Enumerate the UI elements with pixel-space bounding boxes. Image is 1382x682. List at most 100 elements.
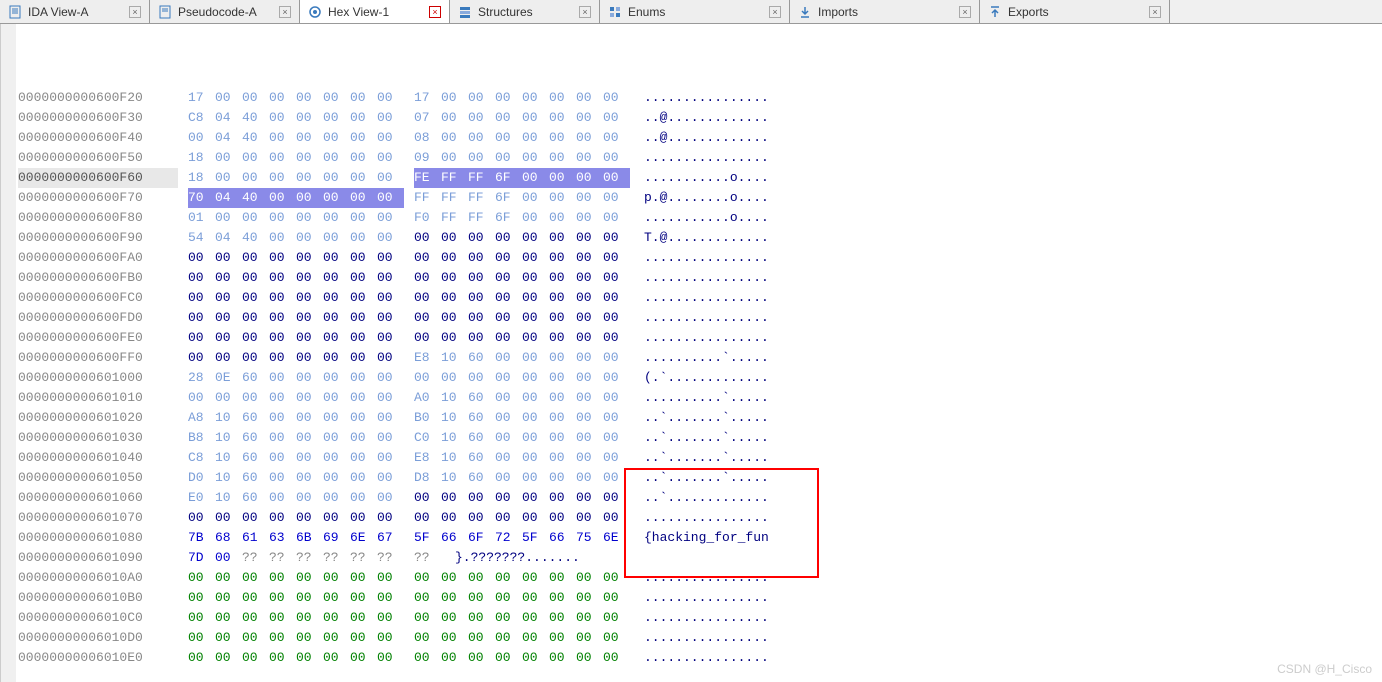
hex-address: 00000000006010E0 (18, 648, 178, 668)
hex-address: 0000000000601030 (18, 428, 178, 448)
scrollbar-left[interactable] (0, 24, 16, 682)
hex-bytes-b: 0700000000000000 (414, 108, 630, 128)
hex-bytes-a: 0100000000000000 (188, 208, 404, 228)
tab-imports[interactable]: Imports × (790, 0, 980, 23)
hex-ascii: ................ (630, 608, 769, 628)
hex-row[interactable]: 00000000006010100000000000000000A0106000… (18, 388, 1380, 408)
close-icon[interactable]: × (959, 6, 971, 18)
hex-bytes-b: 1700000000000000 (414, 88, 630, 108)
close-icon[interactable]: × (769, 6, 781, 18)
hex-row[interactable]: 00000000006010D0000000000000000000000000… (18, 628, 1380, 648)
tab-structures[interactable]: Structures × (450, 0, 600, 23)
hex-bytes-a: 0000000000000000 (188, 568, 404, 588)
hex-row[interactable]: 0000000000600F30C80440000000000007000000… (18, 108, 1380, 128)
enum-icon (608, 5, 622, 19)
hex-ascii: ................ (630, 628, 769, 648)
hex-ascii: {hacking_for_fun (630, 528, 769, 548)
hex-row[interactable]: 0000000000601070000000000000000000000000… (18, 508, 1380, 528)
hex-bytes-b: 0000000000000000 (414, 268, 630, 288)
hex-bytes-a: 7B6861636B696E67 (188, 528, 404, 548)
hex-row[interactable]: 0000000000600FC0000000000000000000000000… (18, 288, 1380, 308)
hex-row[interactable]: 0000000000600FA0000000000000000000000000… (18, 248, 1380, 268)
tab-ida-view[interactable]: IDA View-A × (0, 0, 150, 23)
tab-label: Pseudocode-A (178, 5, 257, 19)
hex-ascii: T.@............. (630, 228, 769, 248)
close-icon[interactable]: × (429, 6, 441, 18)
hex-bytes-b: 0000000000000000 (414, 288, 630, 308)
tab-label: Hex View-1 (328, 5, 389, 19)
hex-address: 0000000000600F40 (18, 128, 178, 148)
hex-row[interactable]: 0000000000600FD0000000000000000000000000… (18, 308, 1380, 328)
hex-row[interactable]: 0000000000600F90540440000000000000000000… (18, 228, 1380, 248)
hex-row[interactable]: 0000000000600FF00000000000000000E8106000… (18, 348, 1380, 368)
hex-bytes-a: 7D00???????????? (188, 548, 404, 568)
hex-ascii: ................ (630, 508, 769, 528)
hex-row[interactable]: 00000000006010A0000000000000000000000000… (18, 568, 1380, 588)
hex-row[interactable]: 0000000000601020A810600000000000B0106000… (18, 408, 1380, 428)
hex-row[interactable]: 00000000006010B0 0000000000000000 00000000… (18, 588, 1380, 608)
hex-address: 00000000006010B0 (18, 588, 178, 608)
hex-row[interactable]: 0000000000600FB0000000000000000000000000… (18, 268, 1380, 288)
hex-ascii: ................ (630, 268, 769, 288)
hex-ascii: ................ (630, 288, 769, 308)
hex-row[interactable]: 0000000000600F50180000000000000009000000… (18, 148, 1380, 168)
hex-bytes-a: 0000000000000000 (188, 588, 404, 608)
hex-address: 00000000006010D0 (18, 628, 178, 648)
hex-row[interactable]: 00000000006010807B6861636B696E675F666F72… (18, 528, 1380, 548)
hex-address: 0000000000600FE0 (18, 328, 178, 348)
hex-bytes-a: 0000000000000000 (188, 648, 404, 668)
hex-row[interactable]: 0000000000601000280E60000000000000000000… (18, 368, 1380, 388)
close-icon[interactable]: × (129, 6, 141, 18)
tab-pseudocode[interactable]: Pseudocode-A × (150, 0, 300, 23)
import-icon (798, 5, 812, 19)
hex-address: 0000000000601070 (18, 508, 178, 528)
tab-label: IDA View-A (28, 5, 88, 19)
hex-bytes-b: 0000000000000000 (414, 588, 630, 608)
hex-row[interactable]: 0000000000601040C810600000000000E8106000… (18, 448, 1380, 468)
hex-bytes-b: 0000000000000000 (414, 248, 630, 268)
tab-bar: IDA View-A × Pseudocode-A × Hex View-1 ×… (0, 0, 1382, 24)
hex-ascii: ................ (630, 88, 769, 108)
hex-row[interactable]: 00000000006010C0000000000000000000000000… (18, 608, 1380, 628)
hex-bytes-b: E810600000000000 (414, 448, 630, 468)
hex-bytes-b: E810600000000000 (414, 348, 630, 368)
hex-row[interactable]: 0000000000601050D010600000000000D8106000… (18, 468, 1380, 488)
hex-row[interactable]: 0000000000601030B810600000000000C0106000… (18, 428, 1380, 448)
hex-address: 0000000000601010 (18, 388, 178, 408)
hex-bytes-a: D010600000000000 (188, 468, 404, 488)
hex-row[interactable]: 0000000000600F20170000000000000017000000… (18, 88, 1380, 108)
hex-ascii: ..`.......`..... (630, 428, 769, 448)
hex-address: 00000000006010A0 (18, 568, 178, 588)
hex-bytes-a: B810600000000000 (188, 428, 404, 448)
close-icon[interactable]: × (279, 6, 291, 18)
hex-row[interactable]: 0000000000600F707004400000000000FFFFFF6F… (18, 188, 1380, 208)
hex-row[interactable]: 00000000006010E0000000000000000000000000… (18, 648, 1380, 668)
hex-bytes-a: 7004400000000000 (188, 188, 404, 208)
hex-bytes-b: FFFFFF6F00000000 (414, 188, 630, 208)
close-icon[interactable]: × (1149, 6, 1161, 18)
tab-hex-view[interactable]: Hex View-1 × (300, 0, 450, 23)
hex-bytes-b: 0000000000000000 (414, 308, 630, 328)
hex-address: 0000000000600FD0 (18, 308, 178, 328)
hex-row[interactable]: 0000000000600F800100000000000000F0FFFF6F… (18, 208, 1380, 228)
hex-bytes-a: 280E600000000000 (188, 368, 404, 388)
close-icon[interactable]: × (579, 6, 591, 18)
hex-bytes-a: 1700000000000000 (188, 88, 404, 108)
hex-bytes-a: 0000000000000000 (188, 248, 404, 268)
hex-bytes-a: 0000000000000000 (188, 628, 404, 648)
hex-row[interactable]: 0000000000600F40000440000000000008000000… (18, 128, 1380, 148)
hex-ascii: ..`............. (630, 488, 769, 508)
tab-enums[interactable]: Enums × (600, 0, 790, 23)
hex-bytes-a: 0004400000000000 (188, 128, 404, 148)
hex-row[interactable]: 0000000000601060E01060000000000000000000… (18, 488, 1380, 508)
hex-row[interactable]: 0000000000600FE0000000000000000000000000… (18, 328, 1380, 348)
tab-exports[interactable]: Exports × (980, 0, 1170, 23)
hex-bytes-b: 0900000000000000 (414, 148, 630, 168)
hex-bytes-a: E010600000000000 (188, 488, 404, 508)
hex-bytes-a: 0000000000000000 (188, 608, 404, 628)
hex-row[interactable]: 0000000000600F601800000000000000FEFFFF6F… (18, 168, 1380, 188)
hex-bytes-a: 0000000000000000 (188, 328, 404, 348)
hex-dump[interactable]: 0000000000600F20170000000000000017000000… (16, 24, 1382, 682)
hex-row[interactable]: 00000000006010907D00??????????????}.????… (18, 548, 1380, 568)
hex-bytes-a: 0000000000000000 (188, 348, 404, 368)
